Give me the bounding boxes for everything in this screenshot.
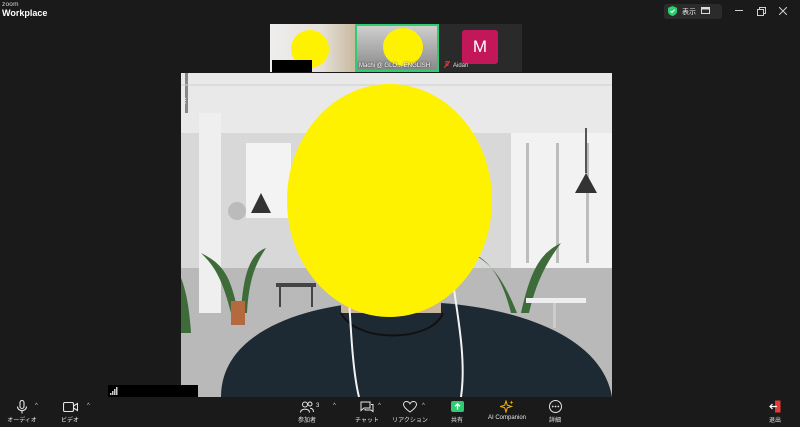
share-icon: [450, 399, 464, 414]
avatar: M: [462, 30, 498, 64]
chat-label: チャット: [355, 418, 379, 424]
ai-companion-button[interactable]: AI Companion: [484, 399, 530, 421]
view-button[interactable]: 表示: [664, 4, 722, 19]
participants-count: 3: [316, 403, 320, 409]
reactions-label: リアクション: [392, 418, 428, 424]
chat-options-chevron-icon[interactable]: ^: [378, 403, 381, 409]
share-button[interactable]: 共有: [446, 399, 468, 424]
participant-thumbnail[interactable]: M Aidan: [439, 24, 522, 72]
app-logo: zoom Workplace: [2, 1, 48, 18]
close-icon: [779, 7, 787, 15]
layout-icon: [701, 7, 710, 16]
participant-name-row: Aidan: [443, 60, 469, 70]
minimize-icon: [735, 10, 743, 11]
restore-button[interactable]: [753, 4, 769, 18]
leave-icon: [769, 399, 781, 414]
participant-thumbnail[interactable]: [270, 24, 355, 72]
participant-strip: Machi @ GLO... ENGLISH M Aidan: [270, 24, 522, 72]
video-button[interactable]: ビデオ: [56, 399, 84, 424]
audio-button[interactable]: オーディオ: [7, 399, 37, 424]
brand-name: Workplace: [2, 7, 48, 18]
more-label: 詳細: [548, 418, 561, 424]
more-icon: [548, 399, 562, 414]
leave-label: 退出: [768, 418, 781, 424]
title-bar: zoom Workplace 表示: [0, 0, 800, 24]
participants-label: 参加者: [297, 418, 316, 424]
more-button[interactable]: 詳細: [544, 399, 566, 424]
redacted-face: [287, 84, 492, 317]
video-label: ビデオ: [60, 418, 79, 424]
participant-name: Machi @ GLO... ENGLISH: [359, 63, 431, 69]
view-label: 表示: [682, 8, 696, 16]
microphone-icon: [16, 399, 28, 414]
participant-name: Aidan: [453, 62, 469, 69]
participants-options-chevron-icon[interactable]: ^: [333, 403, 336, 409]
reactions-options-chevron-icon[interactable]: ^: [422, 403, 425, 409]
participants-icon: [300, 399, 314, 414]
minimize-button[interactable]: [731, 4, 747, 18]
signal-strength-icon: [110, 387, 118, 395]
more-options-icon[interactable]: ⋮: [182, 98, 189, 105]
ai-companion-label: AI Companion: [487, 415, 527, 421]
name-redaction: [272, 60, 312, 72]
share-label: 共有: [450, 418, 463, 424]
close-button[interactable]: [775, 4, 791, 18]
leave-button[interactable]: 退出: [764, 399, 786, 424]
shield-icon: [668, 5, 677, 18]
video-options-chevron-icon[interactable]: ^: [87, 403, 90, 409]
chat-icon: [360, 399, 374, 414]
audio-options-chevron-icon[interactable]: ^: [35, 403, 38, 409]
main-video[interactable]: ⋮: [181, 73, 612, 397]
participant-thumbnail-active[interactable]: Machi @ GLO... ENGLISH: [355, 24, 439, 72]
restore-icon: [756, 6, 766, 16]
camera-icon: [62, 399, 78, 414]
audio-label: オーディオ: [7, 418, 37, 424]
sparkle-icon: [500, 399, 514, 414]
meeting-toolbar: オーディオ ^ ビデオ ^ 参加者 3 ^ チャット ^ リアクション ^ 共有: [0, 397, 800, 427]
heart-icon: [403, 399, 417, 414]
redacted-face: [383, 28, 423, 66]
connection-indicator[interactable]: [108, 385, 198, 397]
mic-muted-icon: [443, 60, 451, 70]
